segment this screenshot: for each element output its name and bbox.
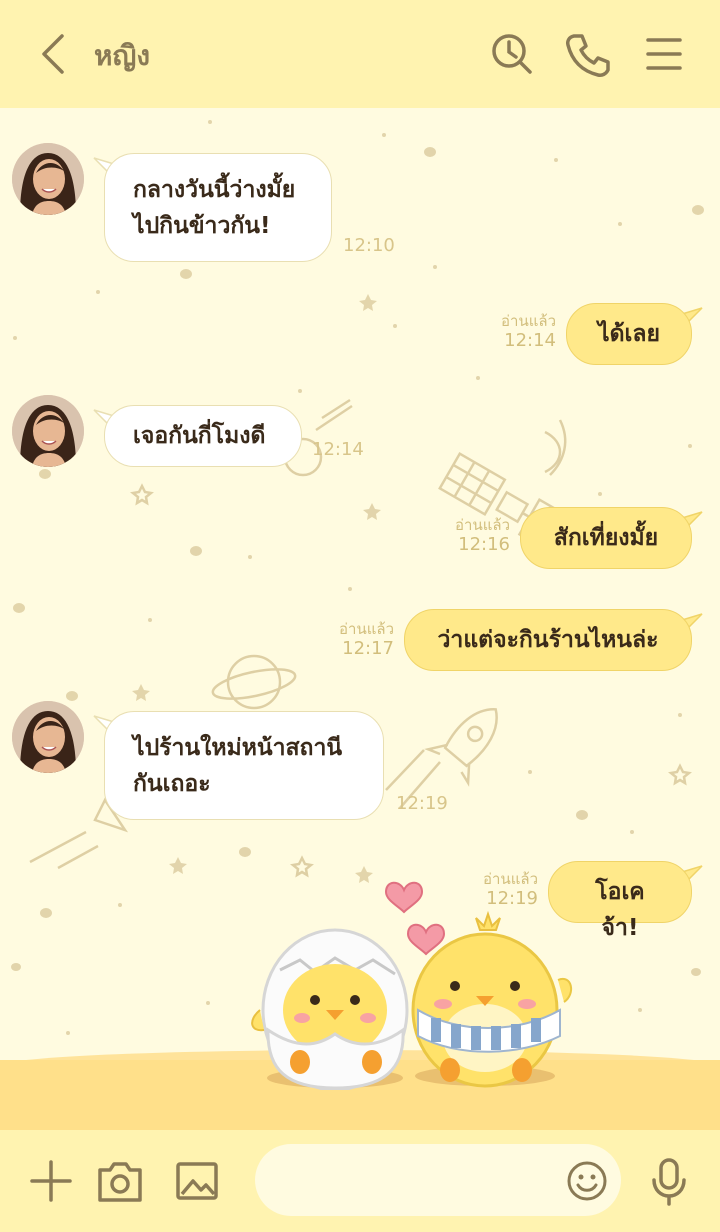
message-bubble-incoming[interactable]: เจอกันกี่โมงดี	[104, 405, 302, 467]
contact-avatar[interactable]	[12, 395, 84, 467]
message-time: 12:19	[486, 888, 538, 909]
message-bubble-incoming[interactable]: กลางวันนี้ว่างมั้ย ไปกินข้าวกัน!	[104, 153, 332, 262]
message-meta: อ่านแล้ว 12:19	[452, 870, 538, 910]
chat-title: หญิง	[94, 39, 150, 72]
message-time: 12:14	[504, 330, 556, 351]
menu-icon[interactable]	[640, 30, 688, 78]
message-time: 12:19	[396, 793, 448, 814]
search-history-icon[interactable]	[488, 30, 536, 78]
message-line: ได้เลย	[598, 321, 660, 347]
microphone-icon[interactable]	[646, 1156, 692, 1206]
message-bubble-outgoing[interactable]: ว่าแต่จะกินร้านไหนล่ะ	[404, 609, 692, 671]
message-time: 12:17	[342, 638, 394, 659]
plus-icon[interactable]	[28, 1158, 74, 1204]
message-bubble-incoming[interactable]: ไปร้านใหม่หน้าสถานี กันเถอะ	[104, 711, 384, 820]
message-line: กลางวันนี้ว่างมั้ย	[133, 177, 296, 203]
chat-header: หญิง	[0, 0, 720, 108]
message-line: โอเคจ้า!	[595, 879, 645, 941]
chat-screen: หญิง กลางวันนี้ว่างมั้ย ไปกินข้าวกัน! 12…	[0, 0, 720, 1232]
message-meta: อ่านแล้ว 12:17	[308, 620, 394, 660]
message-bubble-outgoing[interactable]: โอเคจ้า!	[548, 861, 692, 941]
message-meta: อ่านแล้ว 12:14	[470, 312, 556, 352]
message-line: สักเที่ยงมั้ย	[553, 525, 659, 551]
emoji-icon[interactable]	[566, 1160, 608, 1202]
read-receipt: อ่านแล้ว	[339, 620, 394, 638]
message-time: 12:16	[458, 534, 510, 555]
image-icon[interactable]	[174, 1158, 220, 1204]
contact-avatar[interactable]	[12, 701, 84, 773]
message-line: เจอกันกี่โมงดี	[133, 423, 266, 449]
message-meta: อ่านแล้ว 12:16	[424, 516, 510, 556]
message-bubble-outgoing[interactable]: สักเที่ยงมั้ย	[520, 507, 692, 569]
read-receipt: อ่านแล้ว	[501, 312, 556, 330]
message-bubble-outgoing[interactable]: ได้เลย	[566, 303, 692, 365]
camera-icon[interactable]	[96, 1158, 144, 1204]
message-line: ไปกินข้าวกัน!	[133, 213, 271, 239]
back-icon[interactable]	[34, 32, 74, 76]
message-line: กันเถอะ	[133, 771, 211, 797]
message-line: ว่าแต่จะกินร้านไหนล่ะ	[437, 627, 659, 653]
phone-icon[interactable]	[564, 30, 612, 78]
message-time: 12:10	[343, 235, 395, 256]
message-time: 12:14	[312, 439, 364, 460]
contact-avatar[interactable]	[12, 143, 84, 215]
message-line: ไปร้านใหม่หน้าสถานี	[133, 735, 343, 761]
message-input-bar	[0, 1130, 720, 1232]
read-receipt: อ่านแล้ว	[483, 870, 538, 888]
read-receipt: อ่านแล้ว	[455, 516, 510, 534]
